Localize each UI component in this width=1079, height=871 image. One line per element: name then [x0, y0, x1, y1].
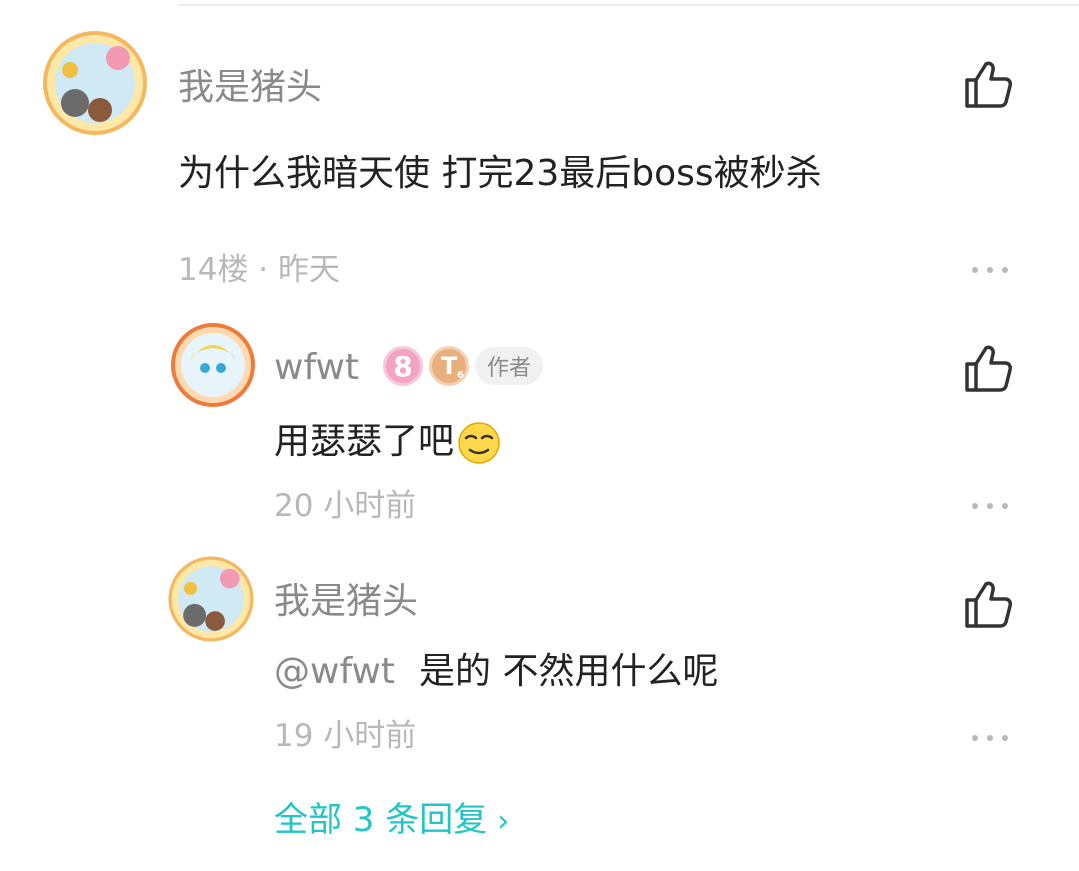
thumbs-up-icon [965, 345, 1012, 392]
smirk-emoji-icon [458, 422, 500, 464]
comment-text: 为什么我暗天使 打完23最后boss被秒杀 [178, 153, 822, 194]
top-divider [178, 4, 1079, 6]
like-button[interactable] [963, 578, 1015, 630]
thumbs-up-icon [965, 581, 1012, 628]
more-options-button[interactable] [972, 500, 1008, 512]
reply-username[interactable]: 我是猪头 [274, 580, 418, 624]
like-button[interactable] [963, 342, 1015, 394]
reply-text-body: 是的 不然用什么呢 [419, 651, 719, 692]
reply-meta: 20 小时前 [274, 488, 417, 524]
thumbs-up-icon [965, 61, 1012, 108]
user-mention[interactable]: @wfwt [274, 651, 395, 692]
author-tag: 作者 [475, 347, 544, 385]
user-badges: 8 T6 作者 [383, 346, 544, 386]
reply-text-body: 用瑟瑟了吧 [274, 421, 455, 462]
chevron-right-icon: › [497, 804, 510, 839]
reply-text: 用瑟瑟了吧 [274, 418, 502, 466]
reply-text: @wfwt 是的 不然用什么呢 [274, 648, 719, 696]
more-options-button[interactable] [972, 264, 1008, 276]
reply-username[interactable]: wfwt [274, 346, 359, 390]
comment-meta: 14楼 · 昨天 [178, 252, 341, 288]
level-badge: 8 [383, 346, 423, 386]
like-button[interactable] [963, 58, 1015, 110]
comment-username[interactable]: 我是猪头 [178, 66, 322, 110]
avatar[interactable] [40, 28, 150, 138]
more-options-button[interactable] [972, 732, 1008, 744]
view-all-replies-label: 全部 3 条回复 [274, 800, 488, 840]
view-all-replies-link[interactable]: 全部 3 条回复 › [274, 798, 509, 844]
rank-badge: T6 [429, 346, 469, 386]
avatar[interactable] [166, 554, 256, 644]
reply-meta: 19 小时前 [274, 718, 417, 754]
avatar[interactable] [170, 322, 256, 408]
